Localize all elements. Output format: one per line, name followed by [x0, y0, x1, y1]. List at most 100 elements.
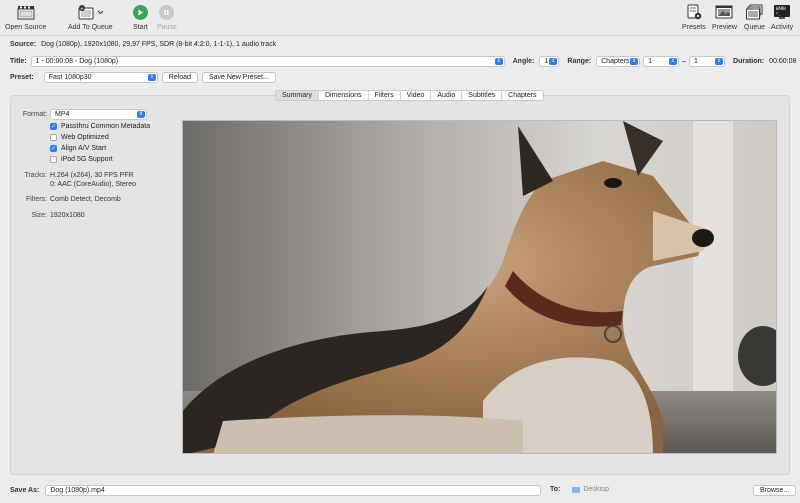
ipod-5g-checkbox[interactable]: iPod 5G Support [50, 156, 113, 163]
open-source-label: Open Source [5, 24, 47, 31]
source-value: Dog (1080p), 1920x1080, 29,97 FPS, SDR (… [41, 41, 277, 48]
range-start-value: 1 [648, 58, 653, 65]
play-icon [133, 4, 148, 20]
chevron-updown-icon: ⇕ [549, 58, 558, 65]
checkbox-empty-icon [50, 134, 57, 141]
chevron-updown-icon: ⇕ [494, 58, 503, 65]
angle-select[interactable]: 1 ⇕ [539, 56, 560, 67]
presets-button[interactable]: Presets [682, 3, 706, 31]
film-clapper-icon [17, 3, 35, 21]
preset-label: Preset: [10, 74, 34, 81]
duration-label: Duration: [733, 58, 765, 65]
range-end-select[interactable]: 1 ⇕ [689, 56, 726, 67]
save-row: Save As: Dog (1080p).mp4 [10, 485, 542, 496]
passthru-metadata-label: Passthru Common Metadata [61, 123, 151, 130]
start-button[interactable]: Start [133, 3, 148, 31]
folder-icon [572, 486, 581, 493]
save-as-value: Dog (1080p).mp4 [50, 487, 105, 494]
tab-filters[interactable]: Filters [369, 91, 401, 100]
range-label: Range: [567, 58, 592, 65]
open-source-button[interactable]: Open Source [5, 3, 46, 31]
duration-value: 00:00:08 [769, 58, 797, 65]
source-label: Source: [10, 41, 37, 48]
to-label: To: [550, 486, 561, 493]
tracks-line-1: H.264 (x264), 30 FPS PFR [50, 172, 134, 179]
browse-button[interactable]: Browse... [753, 485, 797, 496]
queue-icon [745, 3, 764, 21]
source-row: Source: Dog (1080p), 1920x1080, 29,97 FP… [10, 41, 276, 48]
preview-button[interactable]: Preview [712, 3, 737, 31]
pause-label: Pause [157, 24, 177, 31]
title-label: Title: [10, 58, 27, 65]
tab-chapters[interactable]: Chapters [502, 91, 542, 100]
range-separator: – [682, 58, 687, 65]
save-new-preset-button[interactable]: Save New Preset... [201, 72, 276, 83]
align-av-start-label: Align A/V Start [61, 145, 107, 152]
checkmark-icon: ✓ [50, 123, 57, 130]
preset-select-value: Fast 1080p30 [48, 74, 92, 81]
chevron-updown-icon: ⇕ [715, 58, 724, 65]
svg-text:>_: >_ [776, 11, 781, 16]
range-type-select[interactable]: Chapters ⇕ [596, 56, 641, 67]
start-label: Start [133, 24, 148, 31]
add-queue-icon: + [76, 3, 104, 21]
activity-label: Activity [771, 24, 794, 31]
range-type-value: Chapters [601, 58, 630, 65]
web-optimized-label: Web Optimized [61, 134, 109, 141]
activity-button[interactable]: WARN >_ Activity [771, 3, 793, 31]
range-start-select[interactable]: 1 ⇕ [643, 56, 680, 67]
tab-bar: Summary Dimensions Filters Video Audio S… [275, 90, 544, 101]
checkbox-empty-icon [50, 156, 57, 163]
format-select-value: MP4 [55, 111, 70, 118]
format-select[interactable]: MP4 ⇕ [50, 109, 147, 120]
align-av-start-checkbox[interactable]: ✓ Align A/V Start [50, 145, 106, 152]
chevron-updown-icon: ⇕ [147, 74, 156, 81]
size-label: Size: [31, 212, 47, 219]
preset-select[interactable]: Fast 1080p30 ⇕ [43, 72, 158, 83]
filters-label: Filters: [26, 196, 47, 203]
activity-icon: WARN >_ [773, 3, 791, 21]
tab-audio[interactable]: Audio [431, 91, 463, 100]
save-as-label: Save As: [10, 487, 40, 494]
destination-value[interactable]: Desktop [583, 486, 609, 493]
size-value: 1920x1080 [50, 212, 85, 219]
range-end-value: 1 [694, 58, 698, 65]
destination-row: To: Desktop [550, 486, 609, 493]
save-as-input[interactable]: Dog (1080p).mp4 [45, 485, 542, 496]
queue-button[interactable]: Queue [744, 3, 765, 31]
preview-label: Preview [712, 24, 737, 31]
preset-row: Preset: Fast 1080p30 ⇕ Reload Save New P… [10, 72, 276, 83]
passthru-metadata-checkbox[interactable]: ✓ Passthru Common Metadata [50, 123, 150, 130]
angle-label: Angle: [512, 58, 535, 65]
toolbar: Open Source + Add To Queue Start Pause P… [0, 0, 800, 36]
chevron-updown-icon: ⇕ [630, 58, 639, 65]
chevron-updown-icon: ⇕ [137, 111, 145, 118]
ipod-5g-label: iPod 5G Support [61, 156, 113, 163]
angle-select-value: 1 [544, 58, 549, 65]
filters-value: Comb Detect, Decomb [50, 196, 121, 203]
preview-icon [715, 3, 733, 21]
tab-video[interactable]: Video [401, 91, 432, 100]
checkmark-icon: ✓ [50, 145, 57, 152]
tab-dimensions[interactable]: Dimensions [319, 91, 369, 100]
tracks-line-2: 0: AAC (CoreAudio), Stereo [50, 181, 136, 188]
chevron-updown-icon: ⇕ [669, 58, 678, 65]
pause-button[interactable]: Pause [157, 3, 177, 31]
pause-icon [159, 4, 175, 20]
tab-subtitles[interactable]: Subtitles [462, 91, 503, 100]
svg-text:+: + [80, 6, 84, 12]
format-label: Format: [22, 111, 47, 118]
add-to-queue-button[interactable]: + Add To Queue [68, 3, 113, 31]
presets-label: Presets [682, 24, 706, 31]
title-select-value: 1 - 00:00:08 - Dog (1080p) [35, 58, 119, 65]
tab-summary[interactable]: Summary [276, 91, 319, 100]
title-row: Title: 1 - 00:00:08 - Dog (1080p) ⇕ Angl… [10, 56, 796, 67]
title-select[interactable]: 1 - 00:00:08 - Dog (1080p) ⇕ [30, 56, 505, 67]
preview-image[interactable] [182, 120, 777, 454]
tracks-label: Tracks: [24, 172, 47, 179]
reload-button[interactable]: Reload [161, 72, 198, 83]
queue-label: Queue [744, 24, 766, 31]
web-optimized-checkbox[interactable]: Web Optimized [50, 134, 109, 141]
add-to-queue-label: Add To Queue [68, 24, 113, 31]
presets-icon [686, 3, 702, 21]
